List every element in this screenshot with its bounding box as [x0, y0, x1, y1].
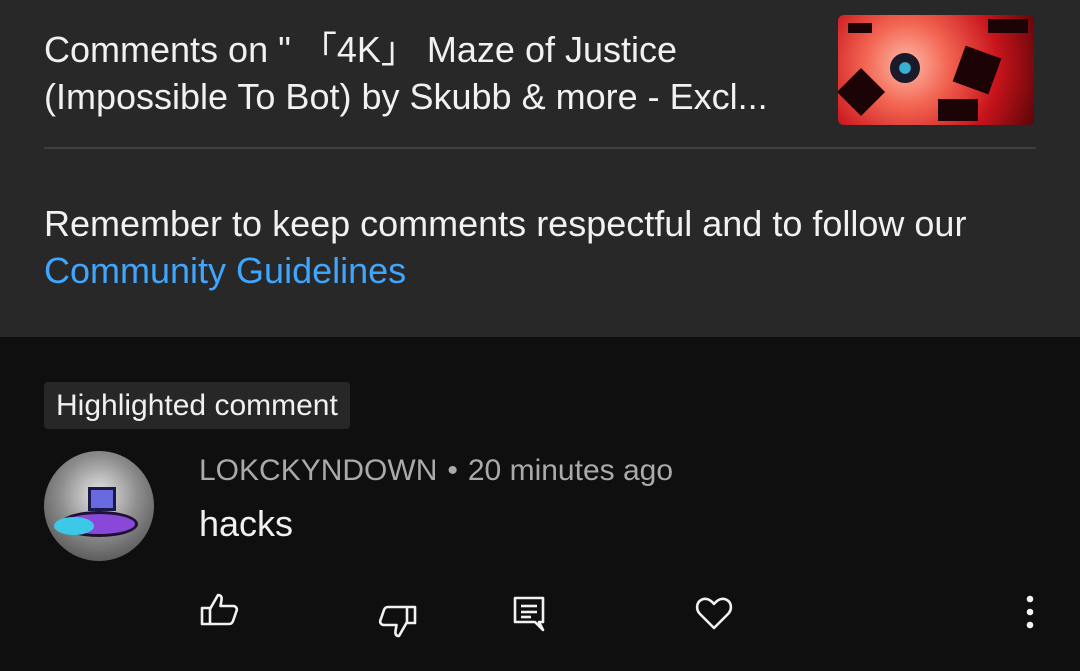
comment-author[interactable]: LOKCKYNDOWN — [199, 454, 437, 487]
meta-separator: • — [447, 454, 458, 487]
guidelines-reminder: Remember to keep comments respectful and… — [44, 200, 1034, 294]
comments-header: Comments on " 「4K」 Maze of Justice (Impo… — [0, 0, 1080, 337]
dislike-button[interactable] — [375, 598, 419, 642]
comment-meta: LOKCKYNDOWN • 20 minutes ago — [199, 452, 673, 490]
comment-time: 20 minutes ago — [467, 454, 674, 487]
reply-icon — [513, 596, 545, 632]
heart-button[interactable] — [692, 591, 736, 635]
header-divider — [44, 147, 1036, 149]
reminder-text: Remember to keep comments respectful and… — [44, 203, 967, 244]
thumbs-down-icon — [378, 605, 417, 638]
highlighted-comment-badge: Highlighted comment — [44, 382, 350, 429]
comments-title: Comments on " 「4K」 Maze of Justice (Impo… — [44, 29, 768, 117]
community-guidelines-link[interactable]: Community Guidelines — [44, 250, 406, 291]
video-thumbnail[interactable] — [838, 15, 1034, 125]
avatar[interactable] — [44, 451, 154, 561]
comment-text: hacks — [199, 503, 294, 544]
heart-icon — [695, 597, 733, 630]
like-button[interactable] — [198, 589, 242, 633]
thumbs-up-icon — [200, 593, 239, 626]
more-vertical-icon — [1026, 595, 1034, 629]
more-options-button[interactable] — [1008, 591, 1052, 635]
reply-button[interactable] — [507, 592, 551, 636]
